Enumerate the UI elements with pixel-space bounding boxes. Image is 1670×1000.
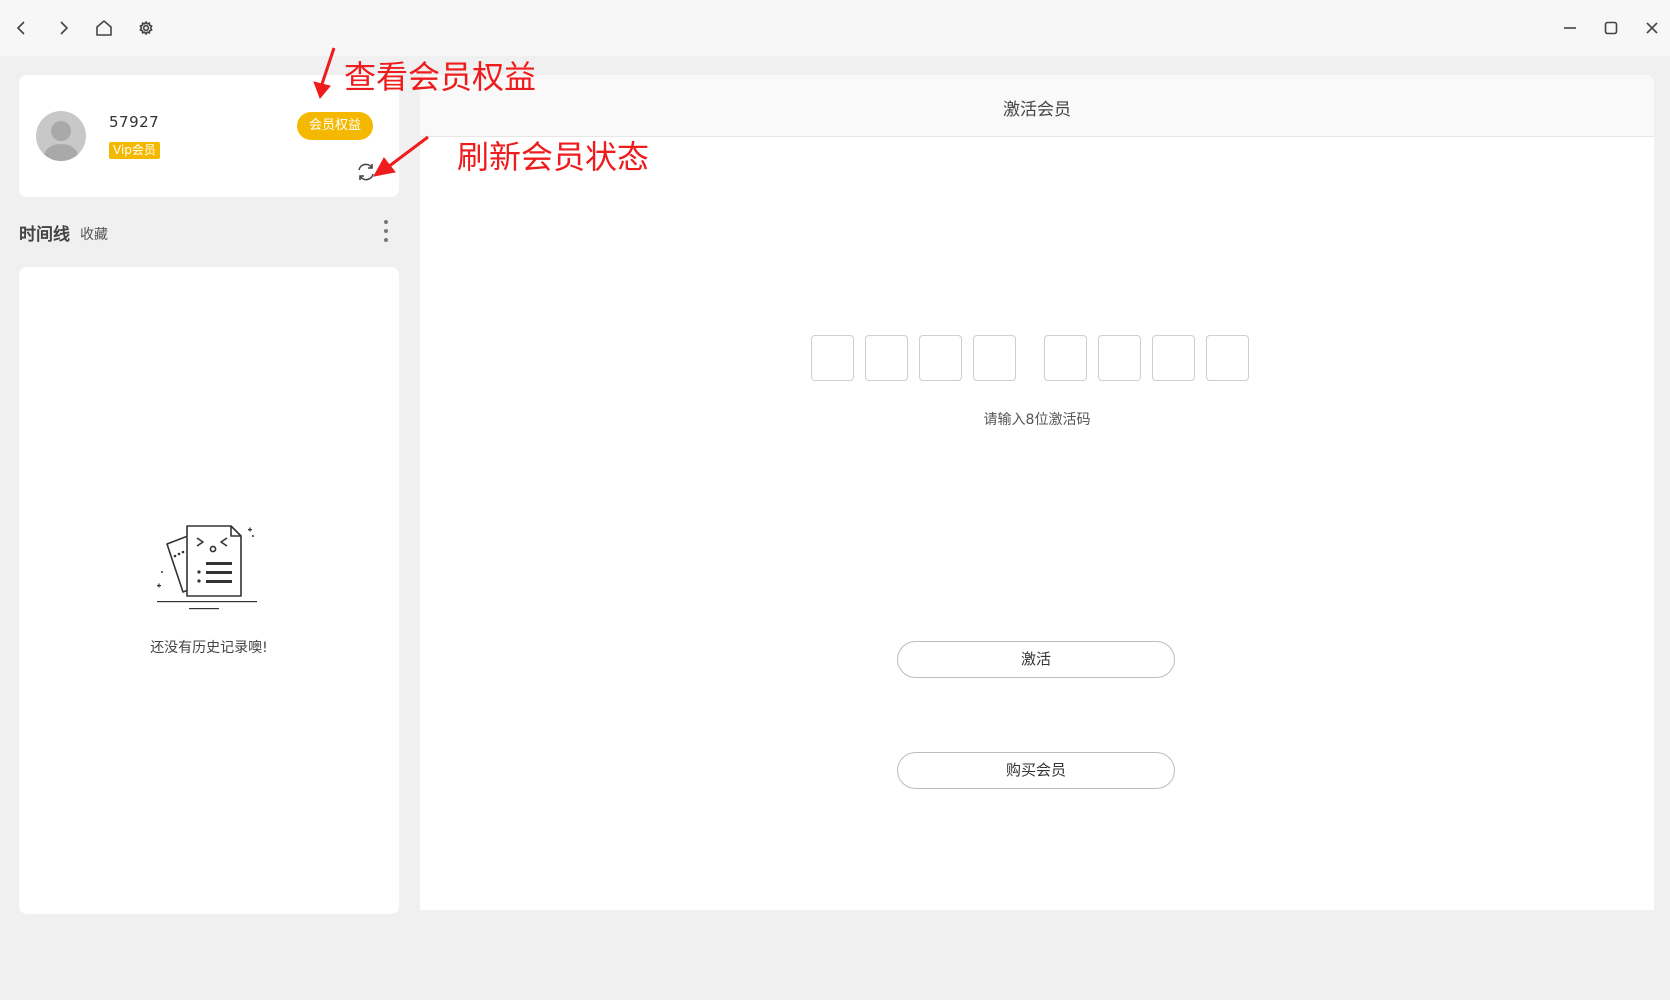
refresh-status-button[interactable]: [355, 161, 377, 183]
maximize-button[interactable]: [1597, 14, 1625, 42]
home-icon: [96, 19, 112, 36]
refresh-icon: [358, 163, 374, 181]
title-bar: [0, 0, 1670, 56]
code-input-5[interactable]: [1044, 335, 1087, 381]
annotation-refresh-status: 刷新会员状态: [457, 138, 650, 176]
back-button[interactable]: [8, 14, 36, 42]
vip-badge: Vip会员: [109, 142, 160, 159]
timeline-header: 时间线 收藏: [19, 218, 399, 245]
more-dot-icon: [384, 238, 388, 242]
member-benefits-button[interactable]: 会员权益: [297, 112, 373, 140]
default-avatar-icon: [44, 121, 78, 161]
code-input-1[interactable]: [811, 335, 854, 381]
close-icon: [1646, 22, 1658, 34]
activate-button[interactable]: 激活: [897, 641, 1175, 678]
settings-button[interactable]: [132, 14, 160, 42]
home-button[interactable]: [90, 14, 118, 42]
user-card: 57927 Vip会员 会员权益: [19, 75, 399, 197]
close-button[interactable]: [1638, 14, 1666, 42]
code-hint: 请输入8位激活码: [983, 412, 1091, 428]
empty-history-text: 还没有历史记录噢!: [150, 640, 268, 656]
code-input-8[interactable]: [1206, 335, 1249, 381]
maximize-icon: [1604, 21, 1618, 35]
code-input-3[interactable]: [919, 335, 962, 381]
history-panel: 还没有历史记录噢!: [19, 267, 399, 914]
minimize-button[interactable]: [1556, 14, 1584, 42]
annotation-view-benefits: 查看会员权益: [344, 58, 537, 96]
settings-icon: [139, 20, 153, 36]
tab-favorites[interactable]: 收藏: [80, 224, 108, 244]
activation-header: 激活会员: [420, 75, 1654, 137]
minimize-icon: [1564, 27, 1576, 29]
code-input-7[interactable]: [1152, 335, 1195, 381]
avatar[interactable]: [36, 111, 86, 161]
activation-panel: 激活会员 请输入8位激活码 激活 购买会员: [420, 75, 1654, 910]
code-input-2[interactable]: [865, 335, 908, 381]
code-input-4[interactable]: [973, 335, 1016, 381]
buy-membership-button[interactable]: 购买会员: [897, 752, 1175, 789]
user-id: 57927: [109, 113, 160, 131]
forward-icon: [60, 21, 69, 35]
more-options-button[interactable]: [381, 218, 391, 244]
more-dot-icon: [384, 229, 388, 233]
empty-history-illustration: [157, 525, 257, 610]
back-icon: [16, 21, 25, 35]
tab-timeline[interactable]: 时间线: [19, 220, 70, 245]
code-input-6[interactable]: [1098, 335, 1141, 381]
more-dot-icon: [384, 220, 388, 224]
page-title: 激活会员: [1003, 100, 1071, 120]
forward-button[interactable]: [49, 14, 77, 42]
